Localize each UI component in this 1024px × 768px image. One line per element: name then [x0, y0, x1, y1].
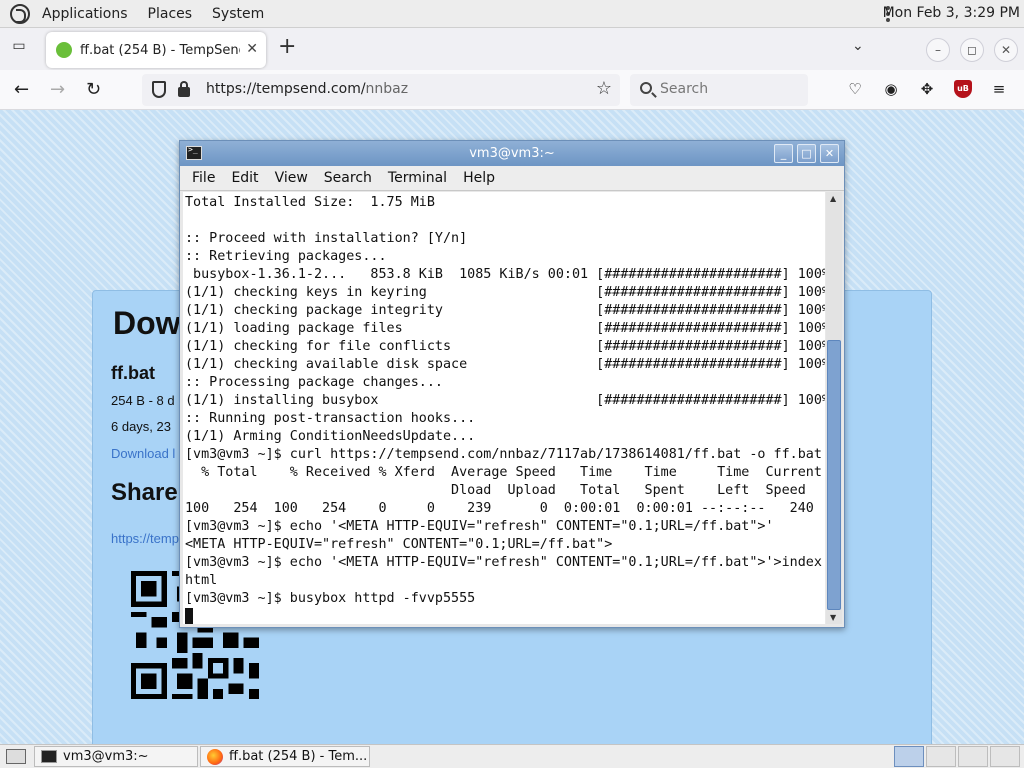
- new-tab-icon[interactable]: +: [278, 34, 296, 59]
- terminal-line: <META HTTP-EQUIV="refresh" CONTENT="0.1;…: [185, 537, 613, 552]
- show-desktop-icon[interactable]: [6, 749, 26, 764]
- terminal-line: [vm3@vm3 ~]$ echo '<META HTTP-EQUIV="ref…: [185, 555, 825, 570]
- scrollbar-thumb[interactable]: [827, 340, 841, 610]
- site-favicon-icon: [56, 42, 72, 58]
- top-panel: Applications Places System Mon Feb 3, 3:…: [0, 0, 1024, 28]
- reload-icon[interactable]: ↻: [86, 79, 101, 100]
- browser-tab-strip: ▭ ff.bat (254 B) - TempSend.co ✕ + ⌄ – ◻…: [0, 28, 1024, 70]
- terminal-line: (1/1) Arming ConditionNeedsUpdate...: [185, 429, 476, 444]
- hamburger-menu-icon[interactable]: ≡: [990, 80, 1008, 98]
- terminal-screen[interactable]: Total Installed Size: 1.75 MiB :: Procee…: [183, 192, 825, 624]
- terminal-line: [vm3@vm3 ~]$ echo '<META HTTP-EQUIV="ref…: [185, 519, 774, 534]
- workspace-4[interactable]: [990, 746, 1020, 767]
- browser-nav-bar: ← → ↻ https://tempsend.com/nnbaz ☆ Searc…: [0, 70, 1024, 110]
- extensions-icon[interactable]: ✥: [918, 80, 936, 98]
- terminal-line: :: Proceed with installation? [Y/n]: [185, 231, 468, 246]
- file-expiry: 6 days, 23: [111, 419, 171, 434]
- terminal-line: Dload Upload Total Spent Left Speed: [185, 483, 806, 498]
- url-bar[interactable]: https://tempsend.com/nnbaz ☆: [142, 74, 620, 106]
- terminal-line: [vm3@vm3 ~]$ curl https://tempsend.com/n…: [185, 447, 822, 462]
- terminal-line: busybox-1.36.1-2... 853.8 KiB 1085 KiB/s…: [185, 267, 825, 282]
- terminal-line: :: Running post-transaction hooks...: [185, 411, 476, 426]
- tab-list-icon[interactable]: ▭: [8, 38, 30, 58]
- system-menu[interactable]: System: [202, 6, 274, 22]
- scroll-up-icon[interactable]: ▲: [830, 194, 836, 203]
- tab-close-icon[interactable]: ✕: [246, 41, 258, 57]
- taskbar-item-terminal[interactable]: vm3@vm3:~: [34, 746, 198, 767]
- workspace-2[interactable]: [926, 746, 956, 767]
- file-meta: 254 B - 8 d: [111, 393, 175, 408]
- firefox-icon: [207, 748, 223, 765]
- terminal-line: (1/1) checking keys in keyring [########…: [185, 285, 825, 300]
- terminal-output: Total Installed Size: 1.75 MiB :: Procee…: [183, 192, 825, 624]
- terminal-menu-edit[interactable]: Edit: [223, 170, 266, 186]
- share-heading: Share: [111, 479, 178, 506]
- taskbar-item-label: ff.bat (254 B) - Tem...: [229, 749, 368, 764]
- terminal-line: :: Retrieving packages...: [185, 249, 387, 264]
- share-link[interactable]: https://temp: [111, 531, 179, 546]
- download-link[interactable]: Download l: [111, 446, 175, 461]
- terminal-line: [vm3@vm3 ~]$ busybox httpd -fvvp5555: [185, 591, 476, 606]
- workspace-1[interactable]: [894, 746, 924, 767]
- taskbar-item-firefox[interactable]: ff.bat (254 B) - Tem...: [200, 746, 370, 767]
- terminal-line: html: [185, 573, 218, 588]
- distro-logo-icon[interactable]: [10, 3, 30, 24]
- terminal-icon: [41, 750, 57, 763]
- search-input[interactable]: Search: [630, 74, 808, 106]
- terminal-line: (1/1) installing busybox [##############…: [185, 393, 825, 408]
- terminal-close-button[interactable]: ✕: [820, 144, 839, 163]
- terminal-window[interactable]: vm3@vm3:~ _ □ ✕ File Edit View Search Te…: [179, 140, 845, 628]
- close-window-button[interactable]: ✕: [994, 38, 1018, 62]
- pocket-icon[interactable]: ♡: [846, 80, 864, 98]
- panel-clock[interactable]: Mon Feb 3, 3:29 PM: [883, 5, 1020, 21]
- terminal-minimize-button[interactable]: _: [774, 144, 793, 163]
- terminal-menu-file[interactable]: File: [184, 170, 223, 186]
- applications-menu[interactable]: Applications: [32, 6, 138, 22]
- chevron-down-icon[interactable]: ⌄: [852, 38, 864, 54]
- maximize-window-button[interactable]: ◻: [960, 38, 984, 62]
- search-icon: [640, 82, 652, 94]
- terminal-line: 100 254 100 254 0 0 239 0 0:00:01 0:00:0…: [185, 501, 814, 516]
- places-menu[interactable]: Places: [138, 6, 203, 22]
- ublock-origin-icon[interactable]: uB: [954, 80, 972, 98]
- url-text[interactable]: https://tempsend.com/nnbaz: [206, 81, 408, 97]
- account-icon[interactable]: ◉: [882, 80, 900, 98]
- terminal-line: (1/1) checking available disk space [###…: [185, 357, 825, 372]
- terminal-line: Total Installed Size: 1.75 MiB: [185, 195, 435, 210]
- page-title: Dow: [113, 305, 181, 341]
- terminal-menu-help[interactable]: Help: [455, 170, 503, 186]
- search-placeholder: Search: [660, 81, 709, 97]
- tracking-shield-icon[interactable]: [152, 81, 166, 98]
- terminal-line: (1/1) checking package integrity [######…: [185, 303, 825, 318]
- lock-icon[interactable]: [178, 81, 190, 97]
- tab-title: ff.bat (254 B) - TempSend.co: [80, 42, 240, 58]
- terminal-line: (1/1) loading package files [###########…: [185, 321, 825, 336]
- taskbar-item-label: vm3@vm3:~: [63, 749, 149, 764]
- back-arrow-icon[interactable]: ←: [14, 79, 29, 100]
- terminal-titlebar[interactable]: vm3@vm3:~ _ □ ✕: [180, 141, 844, 166]
- minimize-window-button[interactable]: –: [926, 38, 950, 62]
- terminal-menubar: File Edit View Search Terminal Help: [180, 166, 844, 191]
- file-name: ff.bat: [111, 363, 155, 383]
- terminal-line: % Total % Received % Xferd Average Speed…: [185, 465, 822, 480]
- terminal-menu-view[interactable]: View: [267, 170, 316, 186]
- bookmark-star-icon[interactable]: ☆: [596, 78, 612, 99]
- scroll-down-icon[interactable]: ▼: [830, 613, 836, 622]
- terminal-title: vm3@vm3:~: [469, 146, 555, 161]
- terminal-line: (1/1) checking for file conflicts [#####…: [185, 339, 825, 354]
- terminal-line: :: Processing package changes...: [185, 375, 443, 390]
- terminal-scrollbar[interactable]: ▲ ▼: [826, 192, 842, 624]
- terminal-menu-search[interactable]: Search: [316, 170, 380, 186]
- terminal-menu-terminal[interactable]: Terminal: [380, 170, 455, 186]
- workspace-3[interactable]: [958, 746, 988, 767]
- terminal-maximize-button[interactable]: □: [797, 144, 816, 163]
- terminal-cursor: [185, 608, 193, 624]
- forward-arrow-icon[interactable]: →: [50, 79, 65, 100]
- browser-tab-active[interactable]: ff.bat (254 B) - TempSend.co ✕: [46, 32, 266, 68]
- bottom-taskbar: vm3@vm3:~ ff.bat (254 B) - Tem...: [0, 744, 1024, 768]
